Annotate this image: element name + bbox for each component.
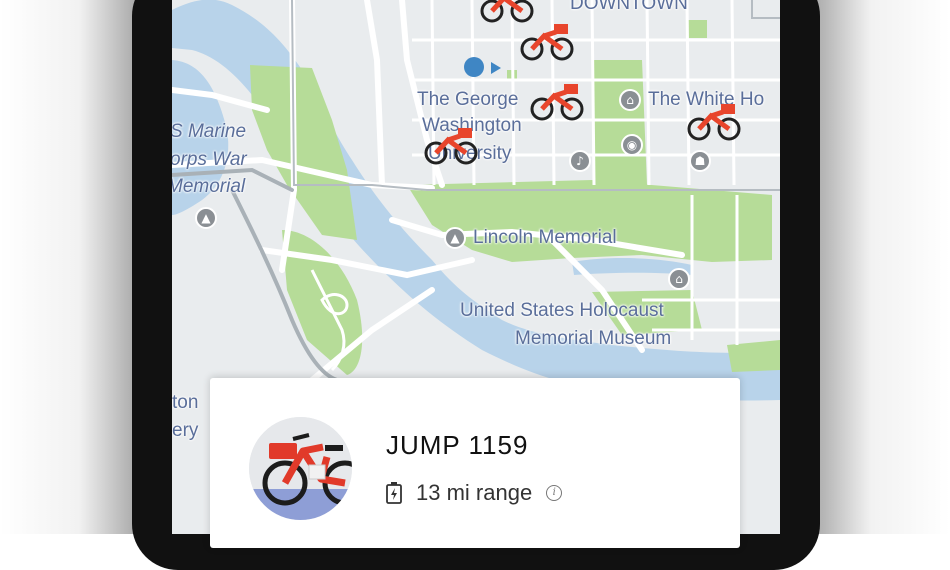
bike-marker-icon[interactable] (422, 120, 480, 166)
map-label-holocaust-2: Memorial Museum (515, 328, 672, 349)
map-label-arlington-2: ery (172, 420, 199, 441)
map-label-marine-2: orps War (172, 149, 247, 170)
map-label-downtown: DOWNTOWN (570, 0, 688, 14)
museum-icon[interactable]: ☗ (689, 150, 711, 172)
map-label-marine-3: Memorial (172, 176, 246, 197)
electric-bike-icon (249, 417, 352, 520)
map-label-holocaust-1: United States Holocaust (460, 300, 664, 321)
bike-details-card[interactable]: JUMP 1159 13 mi range i (210, 378, 740, 548)
museum-icon[interactable]: ⌂ (668, 268, 690, 290)
bike-marker-icon[interactable] (528, 76, 586, 122)
bike-name: JUMP 1159 (386, 430, 529, 460)
map-label-gwu-1: The George (417, 89, 519, 110)
camera-icon[interactable]: ◉ (621, 134, 643, 156)
lincoln-memorial-icon[interactable]: ▲ (444, 227, 466, 249)
bank-icon[interactable]: ⌂ (619, 89, 641, 111)
location-dot-icon (464, 57, 484, 77)
range-row: 13 mi range i (384, 480, 563, 506)
heading-arrow-icon (491, 62, 501, 74)
bike-photo (249, 417, 352, 520)
map-label-marine-1: S Marine (172, 121, 247, 142)
range-text: 13 mi range (416, 480, 533, 505)
bike-marker-icon[interactable] (685, 96, 743, 142)
tree-icon[interactable]: ▲ (195, 207, 217, 229)
music-icon[interactable]: ♪ (569, 150, 591, 172)
bike-marker-icon[interactable] (518, 16, 576, 62)
map-label-lincoln: Lincoln Memorial (473, 227, 617, 248)
battery-charging-icon (386, 482, 402, 504)
map-label-arlington-1: ton (172, 392, 199, 413)
info-icon[interactable]: i (546, 485, 563, 501)
